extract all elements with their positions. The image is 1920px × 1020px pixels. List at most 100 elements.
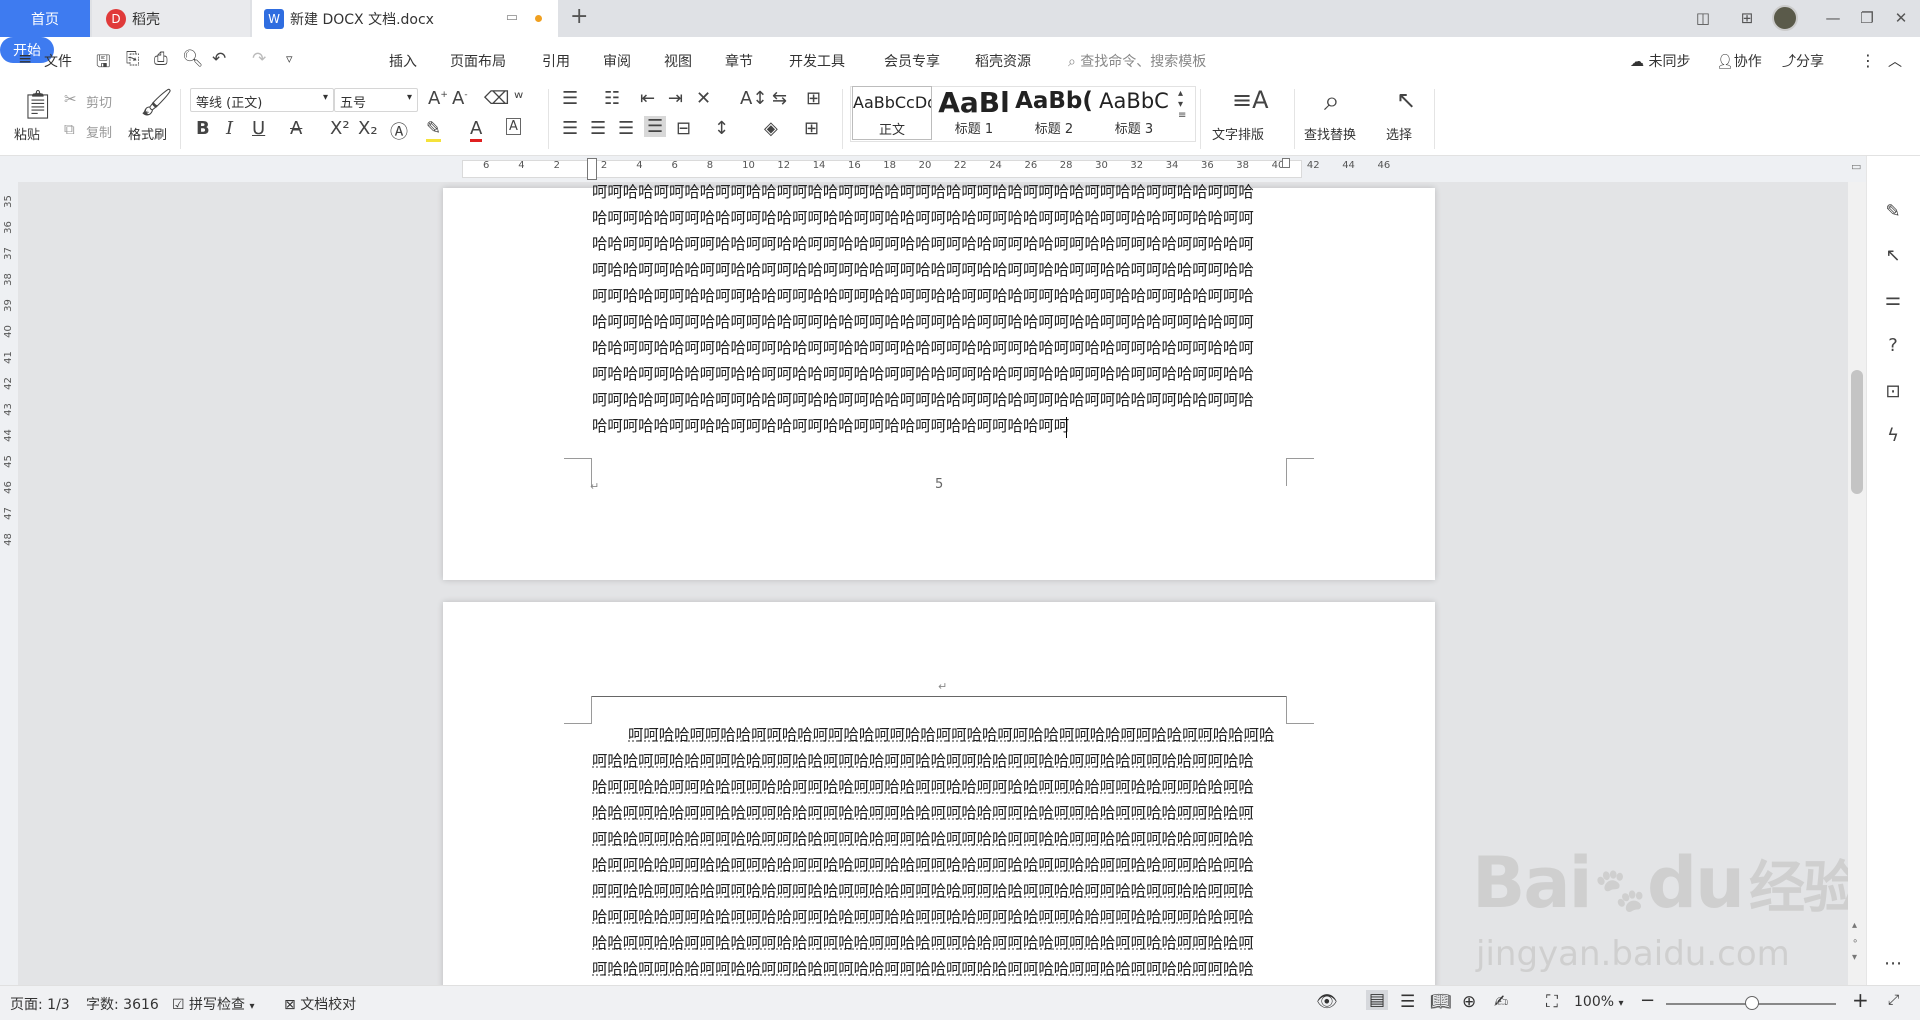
gallery-scroll-icon[interactable]: ▴ ▾ ≡ bbox=[1178, 88, 1186, 121]
page-indicator[interactable]: 页面: 1/3 bbox=[10, 994, 70, 1014]
style-heading-3[interactable]: AaBbC 标题 3 bbox=[1094, 86, 1174, 140]
edit-pen-icon[interactable]: ✎ bbox=[1882, 200, 1904, 222]
select-cursor-icon[interactable]: ↖ bbox=[1396, 86, 1416, 114]
paste-button[interactable]: 粘贴 bbox=[14, 124, 40, 143]
collapse-ribbon-icon[interactable]: ︿ bbox=[1888, 51, 1902, 71]
doc-proof-button[interactable]: ⊠ 文档校对 bbox=[284, 994, 356, 1014]
menu-daoke-resources[interactable]: 稻壳资源 bbox=[975, 51, 1031, 71]
style-heading-2[interactable]: AaBb(标题 2 bbox=[1014, 86, 1094, 140]
style-heading-1[interactable]: AaBl 标题 1 bbox=[934, 86, 1014, 140]
menu-developer[interactable]: 开发工具 bbox=[789, 51, 845, 71]
share-button[interactable]: ⤴分享 bbox=[1782, 51, 1824, 71]
outline-view-icon[interactable]: ☰ bbox=[1400, 992, 1415, 1012]
shrink-font-icon[interactable]: A- bbox=[452, 88, 468, 109]
underline-icon[interactable]: U bbox=[252, 118, 265, 139]
menu-file[interactable]: 文件 bbox=[44, 51, 72, 71]
text-layout-icon[interactable]: ≡A bbox=[1232, 86, 1269, 114]
format-painter-button[interactable]: 格式刷 bbox=[128, 124, 167, 143]
copy-icon[interactable]: ⧉ bbox=[64, 120, 75, 138]
image-edit-icon[interactable]: ⊡ bbox=[1882, 380, 1904, 402]
tab-home[interactable]: 首页 bbox=[0, 0, 90, 37]
indent-marker[interactable] bbox=[587, 158, 597, 180]
clear-format-icon[interactable]: ⌫ bbox=[484, 88, 509, 109]
print-icon[interactable]: ⎙ bbox=[154, 49, 168, 69]
find-replace-icon[interactable]: ⌕ bbox=[1324, 84, 1340, 118]
close-icon[interactable]: ✕ bbox=[1890, 8, 1912, 28]
avatar[interactable] bbox=[1772, 5, 1798, 31]
spell-check-button[interactable]: ☑ 拼写检查 ▾ bbox=[172, 994, 255, 1014]
show-marks-icon[interactable]: ⊞ bbox=[806, 88, 821, 109]
restore-icon[interactable]: ❐ bbox=[1856, 8, 1878, 28]
subscript-icon[interactable]: X₂ bbox=[358, 118, 378, 139]
text-direction-icon[interactable]: A↕ bbox=[740, 88, 767, 109]
menu-insert[interactable]: 插入 bbox=[389, 51, 417, 71]
shading-icon[interactable]: ◈ bbox=[764, 118, 778, 139]
screen-icon[interactable]: ▭ bbox=[506, 10, 518, 25]
customize-chevron-icon[interactable]: ▿ bbox=[286, 52, 293, 67]
bold-icon[interactable]: B bbox=[196, 118, 210, 139]
format-painter-icon[interactable]: 🖌︎ bbox=[140, 88, 173, 118]
increase-indent-icon[interactable]: ⇥ bbox=[668, 88, 683, 109]
align-right-icon[interactable]: ☰ bbox=[618, 118, 634, 139]
select-button[interactable]: 选择 bbox=[1386, 124, 1412, 143]
char-border-icon[interactable]: A bbox=[506, 118, 521, 135]
reading-view-icon[interactable]: 📖︎ bbox=[1430, 992, 1452, 1012]
menu-page-layout[interactable]: 页面布局 bbox=[450, 51, 506, 71]
justify-icon[interactable]: ☰ bbox=[644, 116, 667, 137]
menu-member[interactable]: 会员专享 bbox=[884, 51, 940, 71]
vertical-scrollbar[interactable] bbox=[1848, 182, 1866, 985]
bullet-list-icon[interactable]: ☰ bbox=[562, 88, 578, 109]
layout-icon[interactable]: ◫ bbox=[1692, 8, 1714, 28]
menu-review[interactable]: 审阅 bbox=[603, 51, 631, 71]
text-layout-button[interactable]: 文字排版 bbox=[1212, 124, 1264, 143]
borders-icon[interactable]: ⊞ bbox=[804, 118, 819, 139]
italic-icon[interactable]: I bbox=[226, 118, 233, 139]
zoom-slider-knob[interactable] bbox=[1745, 996, 1759, 1010]
fit-page-icon[interactable]: ⛶ bbox=[1546, 992, 1558, 1012]
apps-grid-icon[interactable]: ⊞ bbox=[1736, 8, 1758, 28]
print-preview-icon[interactable]: 🔍︎ bbox=[182, 49, 204, 69]
font-color-icon[interactable]: A bbox=[470, 118, 483, 142]
right-indent-marker[interactable] bbox=[1282, 158, 1290, 168]
superscript-icon[interactable]: X² bbox=[330, 118, 350, 139]
command-search[interactable]: ⌕ 查找命令、搜索模板 bbox=[1068, 51, 1206, 71]
page-6-text[interactable]: 呵呵哈哈呵呵哈哈呵呵哈哈呵呵哈哈呵呵哈哈呵呵哈哈呵呵哈哈呵呵哈哈呵呵哈哈呵呵哈哈… bbox=[592, 722, 1286, 985]
adjust-sliders-icon[interactable]: ⚌ bbox=[1882, 288, 1904, 310]
page-view-icon[interactable]: ▤ bbox=[1366, 990, 1389, 1010]
numbered-list-icon[interactable]: ☷ bbox=[604, 88, 620, 109]
undo-icon[interactable]: ↶ bbox=[212, 49, 226, 69]
font-size-select[interactable]: 五号 ▾ bbox=[334, 88, 418, 112]
collab-button[interactable]: 👤︎协作 bbox=[1716, 51, 1762, 71]
align-center-icon[interactable]: ☰ bbox=[590, 118, 606, 139]
sync-button[interactable]: ☁ 未同步 bbox=[1630, 51, 1690, 71]
chinese-layout-icon[interactable]: ✕ bbox=[696, 88, 711, 109]
style-normal[interactable]: AaBbCcDd 正文 bbox=[852, 86, 932, 140]
split-view-icon[interactable]: ▭ bbox=[1851, 160, 1861, 173]
save-icon[interactable]: 🖫 bbox=[96, 49, 110, 78]
help-icon[interactable]: ? bbox=[1882, 334, 1904, 356]
scrollbar-thumb[interactable] bbox=[1851, 370, 1863, 494]
web-view-icon[interactable]: ⊕ bbox=[1462, 992, 1476, 1012]
paste-icon[interactable]: 📋︎ bbox=[20, 88, 56, 121]
page-5-text[interactable]: 呵呵哈哈呵呵哈哈呵呵哈哈呵呵哈哈呵呵哈哈呵呵哈哈呵呵哈哈呵呵哈哈呵呵哈哈呵呵哈哈… bbox=[592, 179, 1286, 439]
zoom-level[interactable]: 100% ▾ bbox=[1574, 994, 1624, 1010]
distribute-icon[interactable]: ⊟ bbox=[676, 118, 691, 139]
more-horizontal-icon[interactable]: ⋯ bbox=[1882, 952, 1904, 974]
tab-daoke[interactable]: D 稻壳 bbox=[92, 0, 250, 37]
copy-button[interactable]: 复制 bbox=[86, 122, 112, 141]
menu-chapter[interactable]: 章节 bbox=[725, 51, 753, 71]
menu-references[interactable]: 引用 bbox=[542, 51, 570, 71]
grow-font-icon[interactable]: A+ bbox=[428, 88, 448, 109]
decrease-indent-icon[interactable]: ⇤ bbox=[640, 88, 655, 109]
new-tab-button[interactable]: + bbox=[570, 4, 588, 29]
tab-document[interactable]: W 新建 DOCX 文档.docx ▭ bbox=[252, 0, 558, 37]
highlight-icon[interactable]: ✎ bbox=[426, 118, 442, 142]
align-left-icon[interactable]: ☰ bbox=[562, 118, 578, 139]
find-replace-button[interactable]: 查找替换 bbox=[1304, 124, 1356, 143]
zoom-in-button[interactable]: + bbox=[1852, 988, 1869, 1012]
hamburger-icon[interactable]: ≡ bbox=[18, 49, 32, 69]
text-effect-icon[interactable]: Ⓐ bbox=[390, 118, 408, 144]
redo-icon[interactable]: ↷ bbox=[252, 49, 266, 69]
fullscreen-icon[interactable]: ⤢ bbox=[1888, 992, 1899, 1008]
cut-button[interactable]: 剪切 bbox=[86, 92, 112, 111]
